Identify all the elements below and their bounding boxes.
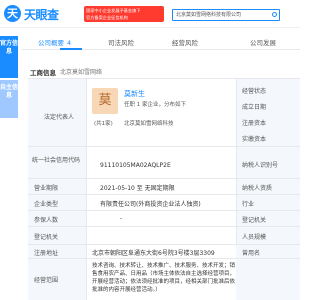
capital-label: 注册资本 xyxy=(242,120,267,127)
type-label: 企业类型 xyxy=(34,201,59,208)
status-label: 经营状态 xyxy=(242,88,267,95)
grid-line xyxy=(28,226,300,227)
legal-rep-summary: 任职 1 家企业，分布如下 xyxy=(124,102,186,108)
grid-line xyxy=(28,146,300,147)
paid-capital-label: 实缴资本 xyxy=(242,136,267,143)
taxpayer-id-label: 纳税人识别号 xyxy=(242,162,279,169)
period-value: 2021-05-10 至 无固定期限 xyxy=(100,185,175,192)
used-name-label: 曾用名 xyxy=(242,250,261,257)
tab-judicial-risk[interactable]: 司法风险 xyxy=(108,37,134,47)
authority-label: 登记机关 xyxy=(34,234,59,241)
active-tab-indicator xyxy=(60,48,82,50)
banner-line-2: 官方备案企业征信机构 xyxy=(86,15,128,20)
credit-code-label: 统一社会信用代码 xyxy=(32,157,81,164)
tab-company-summary[interactable]: 公司概要 4 xyxy=(38,37,71,47)
section-title: 工商信息 xyxy=(30,69,56,77)
tab-company-development[interactable]: 公司发展 xyxy=(250,37,276,47)
address-label: 注册地址 xyxy=(34,250,59,257)
legal-rep-company-link[interactable]: 北京莫如雪网络科技 xyxy=(124,119,174,127)
grid-line xyxy=(28,78,300,79)
grid-line xyxy=(28,194,300,195)
rail-self-info[interactable]: 自主信息 xyxy=(0,80,18,118)
rail-official-label: 官方信息 xyxy=(0,40,19,55)
legal-rep-count: (共1家) xyxy=(94,121,113,127)
legal-rep-label: 法定代表人 xyxy=(44,114,75,121)
industry-label: 行业 xyxy=(242,201,255,208)
scope-value: 技术咨询、技术转让、技术推广、技术服务、技术开发；销售食用农产品、日用品（市场主… xyxy=(92,263,236,293)
banner-line-1: 国家中小企业发展子基金旗下 xyxy=(86,8,141,13)
promo-banner[interactable]: 国家中小企业发展子基金旗下 官方备案企业征信机构 xyxy=(84,6,164,22)
search-input[interactable]: 北京莫如雪网络科技有限公司 xyxy=(172,9,280,21)
legal-rep-avatar[interactable]: 莫 xyxy=(92,88,118,114)
tab-badge: 4 xyxy=(67,39,72,47)
grid-line xyxy=(28,244,300,245)
tab-operation-risk[interactable]: 经营风险 xyxy=(172,37,198,47)
legal-rep-name[interactable]: 莫新生 xyxy=(124,89,145,99)
logo-icon[interactable]: 天 xyxy=(4,5,21,22)
search-value: 北京莫如雪网络科技有限公司 xyxy=(176,12,242,18)
tab-bar: 公司概要 4 司法风险 经营风险 公司发展 xyxy=(22,34,300,50)
top-header: 天 天眼查 国家中小企业发展子基金旗下 官方备案企业征信机构 北京莫如雪网络科技… xyxy=(0,0,300,28)
type-value: 有限责任公司(外商投资企业法人独资) xyxy=(100,201,201,208)
rail-official-info[interactable]: 官方信息 xyxy=(0,36,18,78)
section-subtitle: 北京莫如雪网络 xyxy=(60,69,103,76)
search-icon[interactable] xyxy=(272,12,277,17)
register-auth-label: 登记机关 xyxy=(242,217,267,224)
tab-label: 公司概要 xyxy=(38,39,64,47)
scope-label: 经营范围 xyxy=(34,277,59,284)
grid-line xyxy=(236,78,237,244)
insured-value: - xyxy=(120,215,123,222)
period-label: 营业期限 xyxy=(34,185,59,192)
grid-line xyxy=(86,78,87,300)
address-value: 北京市朝阳区阜通东大街6号院3号楼3层3309 xyxy=(92,250,215,257)
staff-label: 人员规模 xyxy=(242,234,267,241)
grid-line xyxy=(28,258,300,259)
logo-text[interactable]: 天眼查 xyxy=(24,6,59,23)
rail-self-label: 自主信息 xyxy=(0,84,19,99)
insured-label: 参保人数 xyxy=(34,217,59,224)
credit-code-value: 91110105MA02AQLP2E xyxy=(100,162,171,169)
grid-line xyxy=(28,178,300,179)
founded-label: 成立日期 xyxy=(242,104,267,111)
taxpayer-quality-label: 纳税人资质 xyxy=(242,185,273,192)
grid-line xyxy=(28,210,300,211)
